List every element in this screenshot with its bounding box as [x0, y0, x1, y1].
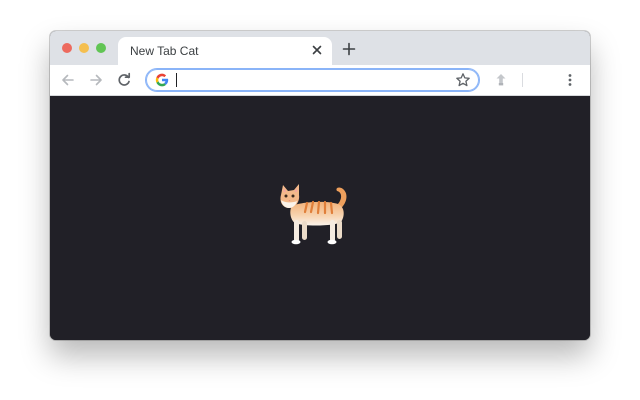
browser-window: New Tab Cat: [50, 31, 590, 340]
close-window-button[interactable]: [62, 43, 72, 53]
zoom-window-button[interactable]: [96, 43, 106, 53]
reload-icon[interactable]: [116, 72, 132, 88]
toolbar: [50, 65, 590, 96]
tab-title: New Tab Cat: [130, 44, 199, 58]
tab-new-tab-cat[interactable]: New Tab Cat: [118, 37, 332, 65]
page-content: [50, 96, 590, 340]
tab-strip: New Tab Cat: [50, 31, 590, 65]
toolbar-divider: [522, 73, 523, 87]
extension-icon[interactable]: [493, 72, 509, 88]
address-input[interactable]: [180, 71, 430, 89]
forward-arrow-icon[interactable]: [88, 72, 104, 88]
kebab-menu-icon[interactable]: [562, 72, 578, 88]
google-g-icon: [154, 72, 170, 88]
star-icon[interactable]: [455, 72, 471, 88]
close-icon[interactable]: [310, 43, 324, 57]
text-cursor: [176, 73, 177, 87]
omnibox[interactable]: [145, 68, 480, 92]
minimize-window-button[interactable]: [79, 43, 89, 53]
screenshot-stage: New Tab Cat: [0, 0, 640, 400]
back-arrow-icon[interactable]: [60, 72, 76, 88]
cat-icon: [275, 180, 359, 252]
new-tab-plus-icon[interactable]: [342, 42, 356, 56]
